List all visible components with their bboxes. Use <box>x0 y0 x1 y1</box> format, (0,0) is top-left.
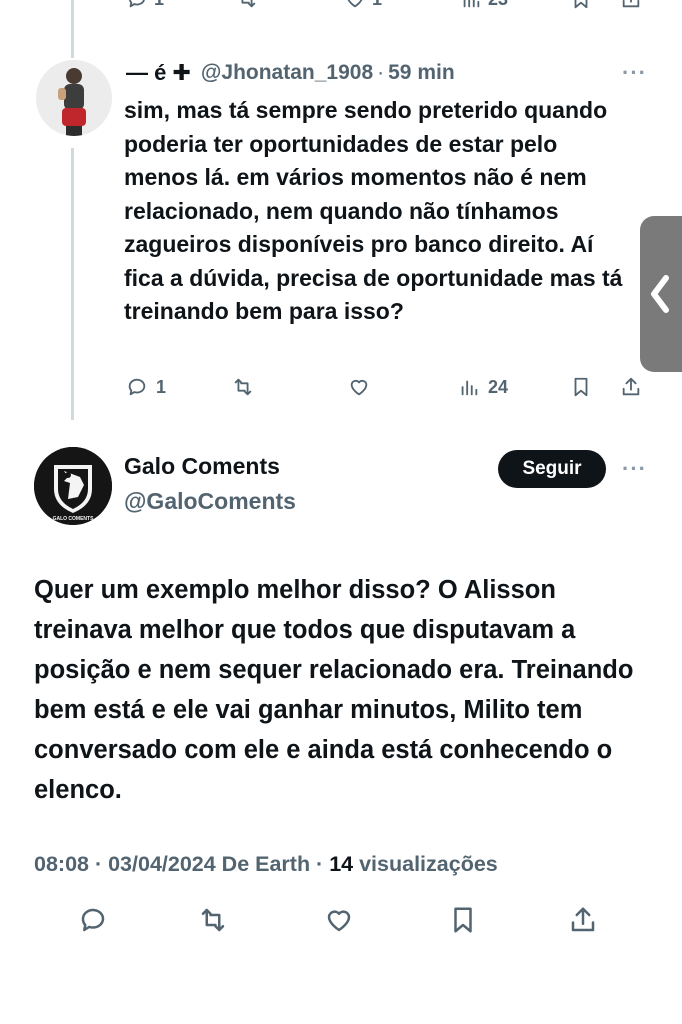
heart-icon <box>350 379 368 396</box>
reply-button[interactable]: 1 <box>126 376 166 398</box>
reply-count: 1 <box>154 0 164 10</box>
retweet-icon <box>241 0 256 8</box>
avatar[interactable] <box>36 60 112 136</box>
heart-icon <box>327 910 351 932</box>
tweet-actions <box>78 905 618 945</box>
tweet-timestamp[interactable]: 08:08 · 03/04/2024 De Earth · <box>34 852 329 876</box>
views-icon <box>463 0 480 8</box>
tweet-text: Quer um exemplo melhor disso? O Alisson … <box>34 576 634 804</box>
reply-button[interactable] <box>78 905 108 940</box>
bookmark-icon <box>454 907 472 933</box>
follow-button[interactable]: Seguir <box>498 450 606 488</box>
avatar[interactable]: GALO COMENTS <box>34 447 112 525</box>
user-handle[interactable]: @Jhonatan_1908 <box>201 61 373 85</box>
bookmark-icon <box>574 377 588 397</box>
reply-text: sim, mas tá sempre sendo preterido quand… <box>124 97 623 324</box>
more-options-button[interactable]: ··· <box>622 60 647 86</box>
share-icon <box>571 907 595 932</box>
reply-header: — é ✚ @Jhonatan_1908 · 59 min <box>126 58 455 88</box>
share-button[interactable] <box>620 0 642 10</box>
like-count: 1 <box>372 0 382 10</box>
display-name[interactable]: — é ✚ <box>126 60 191 86</box>
rooster-logo-icon: GALO COMENTS <box>34 447 112 525</box>
reply-actions: 1 24 <box>124 376 654 406</box>
views-button[interactable]: 24 <box>458 376 508 398</box>
views-icon <box>461 380 478 396</box>
side-panel-tab[interactable] <box>640 216 682 372</box>
timestamp[interactable]: 59 min <box>388 61 455 85</box>
share-icon <box>622 377 640 396</box>
retweet-button[interactable] <box>232 376 254 398</box>
like-button[interactable] <box>324 905 354 940</box>
bookmark-button[interactable] <box>570 0 592 10</box>
view-count: 23 <box>488 0 508 10</box>
bookmark-icon <box>574 0 588 9</box>
retweet-button[interactable] <box>198 905 228 940</box>
heart-icon <box>347 0 363 8</box>
bookmark-button[interactable] <box>448 905 478 940</box>
retweet-button[interactable] <box>236 0 258 10</box>
share-icon <box>622 0 640 8</box>
display-name[interactable]: Galo Coments <box>124 453 280 480</box>
view-count: 24 <box>488 376 509 397</box>
reply-icon <box>128 0 145 8</box>
like-button[interactable] <box>348 376 370 398</box>
person-photo-icon <box>36 60 112 136</box>
thread-connector <box>71 148 74 420</box>
reply-button[interactable]: 1 <box>126 0 164 10</box>
views-button[interactable]: 23 <box>460 0 508 10</box>
separator-dot: · <box>377 61 385 84</box>
thread-connector-top <box>71 0 74 58</box>
avatar-caption: GALO COMENTS <box>53 516 94 522</box>
reply-icon <box>81 908 105 932</box>
user-handle[interactable]: @GaloComents <box>124 488 296 515</box>
reply-icon <box>128 378 146 396</box>
reply-count: 1 <box>156 376 167 397</box>
retweet-icon <box>201 908 225 932</box>
bookmark-button[interactable] <box>570 376 592 398</box>
views-count: 14 <box>329 852 354 876</box>
chevron-left-icon <box>651 275 669 313</box>
more-options-button[interactable]: ··· <box>622 456 647 482</box>
previous-tweet-actions: 1 1 23 <box>126 0 646 16</box>
share-button[interactable] <box>620 376 642 398</box>
tweet-metadata: 08:08 · 03/04/2024 De Earth · 14 visuali… <box>34 852 498 877</box>
retweet-icon <box>234 378 252 396</box>
share-button[interactable] <box>568 905 598 940</box>
views-label: visualizações <box>353 852 498 876</box>
like-button[interactable]: 1 <box>344 0 382 10</box>
